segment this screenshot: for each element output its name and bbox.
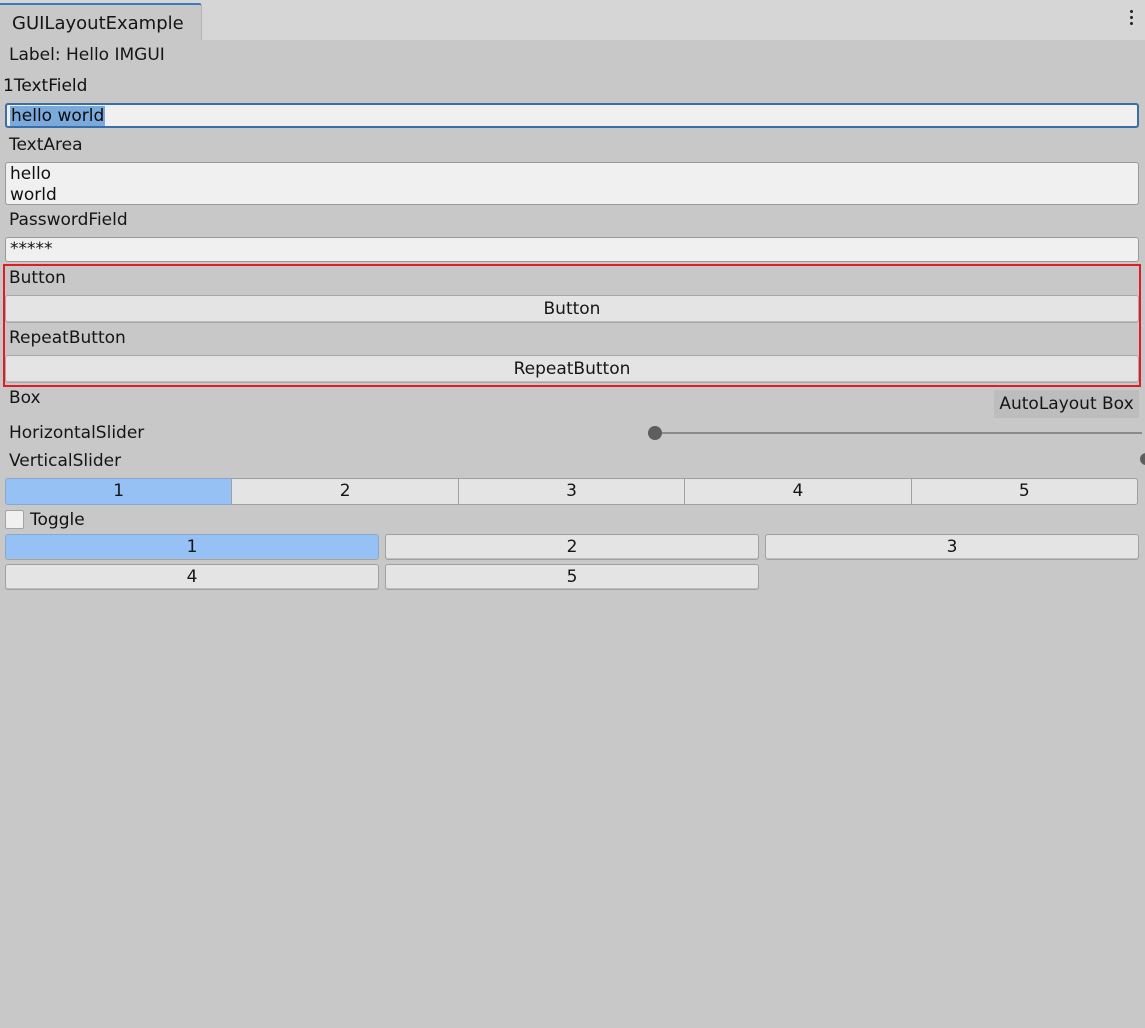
vertical-slider-caption: VerticalSlider [9, 451, 122, 471]
textfield-caption-prefix: 1 [3, 76, 14, 96]
toolbar-button-2[interactable]: 2 [231, 478, 459, 505]
window-tab[interactable]: GUILayoutExample [0, 3, 202, 40]
text-field[interactable]: hello world [5, 103, 1139, 128]
grid-button-1[interactable]: 1 [5, 534, 379, 560]
repeat-button[interactable]: RepeatButton [5, 355, 1139, 383]
toolbar-button-3[interactable]: 3 [457, 478, 686, 505]
text-field-value: hello world [10, 106, 106, 126]
button[interactable]: Button [5, 295, 1139, 323]
window-tab-bar: GUILayoutExample [0, 0, 1145, 40]
toolbar-button-4[interactable]: 4 [684, 478, 912, 505]
toggle-label[interactable]: Toggle [30, 510, 85, 530]
vertical-slider-thumb[interactable] [1140, 453, 1145, 465]
password-field-value: ***** [10, 239, 53, 259]
horizontal-slider-track[interactable] [655, 432, 1142, 434]
box-caption: Box [9, 388, 41, 408]
toolbar-button-1[interactable]: 1 [5, 478, 233, 505]
kebab-menu-icon[interactable] [1129, 10, 1135, 30]
textfield-caption-row: 1TextField [3, 76, 87, 96]
repeatbutton-caption: RepeatButton [9, 328, 126, 348]
text-area-line-1: hello [10, 164, 52, 184]
grid-button-2[interactable]: 2 [385, 534, 759, 560]
textfield-caption: TextField [13, 76, 88, 96]
toggle-checkbox[interactable] [5, 510, 24, 529]
toolbar-button-5[interactable]: 5 [910, 478, 1139, 505]
textarea-caption: TextArea [9, 135, 83, 155]
passwordfield-caption: PasswordField [9, 210, 128, 230]
password-field[interactable]: ***** [5, 237, 1139, 262]
horizontal-slider-caption: HorizontalSlider [9, 423, 145, 443]
text-area-line-2: world [10, 185, 57, 205]
grid-button-5[interactable]: 5 [385, 564, 759, 590]
window-tab-title: GUILayoutExample [12, 13, 184, 34]
toolbar: 1 2 3 4 5 [5, 478, 1139, 505]
grid-button-4[interactable]: 4 [5, 564, 379, 590]
hello-label: Label: Hello IMGUI [9, 45, 165, 65]
horizontal-slider-thumb[interactable] [648, 426, 662, 440]
grid-button-3[interactable]: 3 [765, 534, 1139, 560]
autolayout-box: AutoLayout Box [994, 390, 1139, 418]
button-caption: Button [9, 268, 66, 288]
text-area[interactable]: hello world [5, 162, 1139, 205]
